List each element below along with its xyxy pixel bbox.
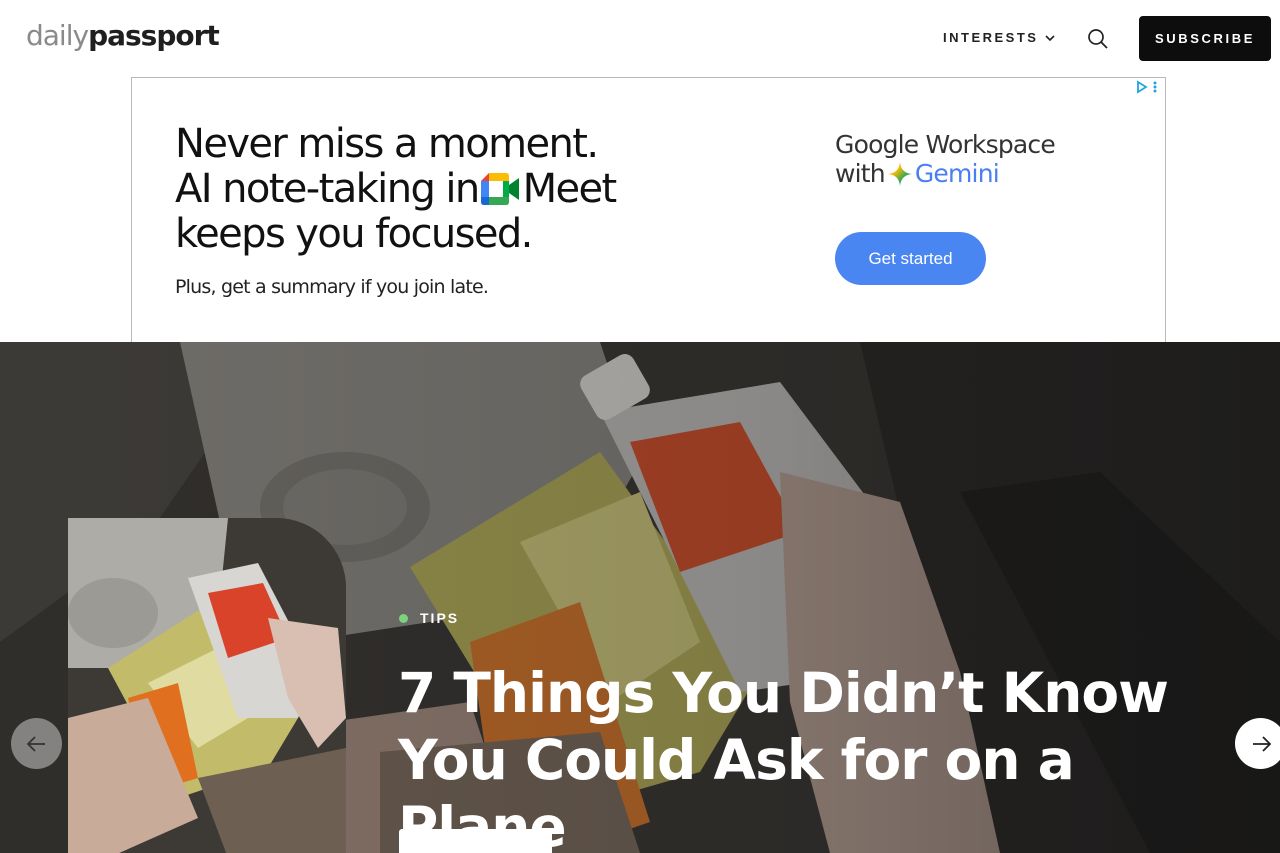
ad-headline-line2a: AI note-taking in xyxy=(175,166,480,212)
interests-label: INTERESTS xyxy=(943,30,1039,45)
ad-headline: Never miss a moment. AI note-taking in M… xyxy=(175,121,618,257)
arrow-right-icon xyxy=(1252,735,1271,752)
category-tag[interactable]: TIPS xyxy=(399,610,459,626)
hero-carousel: TIPS 7 Things You Didn’t Know You Could … xyxy=(0,342,1280,853)
adchoices-icon[interactable] xyxy=(1135,80,1149,94)
site-header: dailypassport INTERESTS SUBSCRIBE xyxy=(0,0,1280,77)
ad-headline-line2b: Meet xyxy=(522,166,618,212)
thumbnail-image xyxy=(68,518,346,853)
brand-with: with xyxy=(835,159,886,188)
ad-subline: Plus, get a summary if you join late. xyxy=(175,276,489,298)
meet-icon xyxy=(480,173,519,205)
logo-daily: daily xyxy=(26,19,89,52)
get-started-button[interactable]: Get started xyxy=(835,232,986,285)
tag-label: TIPS xyxy=(420,610,460,626)
subscribe-button[interactable]: SUBSCRIBE xyxy=(1139,16,1271,61)
read-story-button[interactable]: READ STORY xyxy=(399,829,552,853)
search-icon[interactable] xyxy=(1086,27,1110,51)
interests-menu[interactable]: INTERESTS xyxy=(943,30,1056,45)
brand-gemini: Gemini xyxy=(914,159,1000,188)
brand-line2: with Gemini xyxy=(835,159,1055,188)
tag-dot xyxy=(399,613,408,623)
carousel-prev-button[interactable] xyxy=(11,718,62,769)
carousel-next-button[interactable] xyxy=(1235,718,1280,769)
logo-passport: passport xyxy=(88,19,220,52)
brand-line1: Google Workspace xyxy=(835,130,1056,159)
ad-headline-line3: keeps you focused. xyxy=(175,211,533,257)
more-options-icon[interactable] xyxy=(1153,80,1157,94)
site-logo[interactable]: dailypassport xyxy=(26,18,220,54)
hero-title[interactable]: 7 Things You Didn’t Know You Could Ask f… xyxy=(398,660,1238,853)
ad-headline-line1: Never miss a moment. xyxy=(175,121,599,167)
ad-banner[interactable]: Never miss a moment. AI note-taking in M… xyxy=(131,77,1166,343)
carousel-thumbnail[interactable] xyxy=(68,518,346,853)
ad-choices[interactable] xyxy=(1135,80,1157,94)
google-workspace-brand: Google Workspace with Gemini xyxy=(835,130,1056,188)
arrow-left-icon xyxy=(26,735,45,752)
chevron-down-icon xyxy=(1045,34,1056,41)
gemini-sparkle-icon xyxy=(887,162,912,186)
ad-headline-line2: AI note-taking in Meet xyxy=(175,166,618,212)
